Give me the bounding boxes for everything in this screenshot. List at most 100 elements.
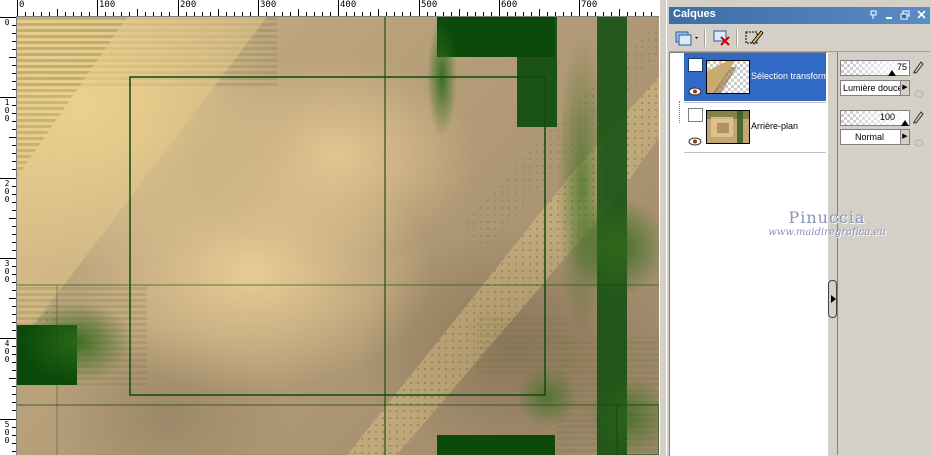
artwork-graphics <box>17 17 659 455</box>
layer-name[interactable]: Sélection transformée <box>751 71 839 81</box>
ruler-minor-tick <box>12 282 16 283</box>
layer-properties-panel: 75 Lumière douce ▶ 100 Normal ▶ <box>837 52 931 455</box>
ruler-minor-tick <box>65 12 66 16</box>
ruler-minor-tick <box>483 12 484 16</box>
ruler-minor-tick <box>9 298 16 299</box>
ruler-minor-tick <box>507 12 508 16</box>
ruler-minor-tick <box>161 12 162 16</box>
layer-divider <box>684 152 826 153</box>
ruler-minor-tick <box>12 451 16 452</box>
ruler-minor-tick <box>12 153 16 154</box>
ruler-minor-tick <box>427 12 428 16</box>
ruler-minor-tick <box>12 354 16 355</box>
ruler-minor-tick <box>242 12 243 16</box>
ruler-minor-tick <box>354 12 355 16</box>
restore-icon[interactable] <box>899 9 912 21</box>
ruler-label: 300 <box>260 0 277 10</box>
minimize-icon[interactable] <box>883 9 896 21</box>
ruler-minor-tick <box>539 9 540 16</box>
link-brush-icon[interactable] <box>912 60 924 74</box>
ruler-label: 500 <box>421 0 438 10</box>
splitter-handle[interactable] <box>828 280 837 318</box>
layer-row-selection[interactable]: Sélection transformée <box>670 53 839 103</box>
ruler-minor-tick <box>523 12 524 16</box>
layer-row-background[interactable]: Arrière-plan <box>670 103 827 153</box>
ruler-minor-tick <box>12 306 16 307</box>
new-layer-icon[interactable] <box>673 28 701 48</box>
ruler-label: 100 <box>99 0 116 10</box>
ruler-minor-tick <box>410 12 411 16</box>
ruler-minor-tick <box>378 9 379 16</box>
visibility-eye-icon[interactable] <box>688 133 702 146</box>
pin-icon[interactable] <box>867 9 880 21</box>
ruler-minor-tick <box>12 202 16 203</box>
chevron-right-icon[interactable]: ▶ <box>900 130 909 144</box>
ruler-minor-tick <box>153 12 154 16</box>
ruler-minor-tick <box>362 12 363 16</box>
ruler-minor-tick <box>12 330 16 331</box>
ruler-minor-tick <box>12 49 16 50</box>
ruler-minor-tick <box>595 12 596 16</box>
ruler-minor-tick <box>12 33 16 34</box>
blend-mode-select[interactable]: Lumière douce ▶ <box>840 80 910 96</box>
opacity-slider[interactable]: 100 <box>840 110 910 126</box>
opacity-slider[interactable]: 75 <box>840 60 910 76</box>
ruler-minor-tick <box>12 105 16 106</box>
ruler-label: 700 <box>581 0 598 10</box>
blend-mode-select[interactable]: Normal ▶ <box>840 129 910 145</box>
blend-mode-value: Lumière douce <box>843 83 903 93</box>
ruler-label: 100 <box>4 98 10 123</box>
horizontal-ruler: 0 100 200 300 400 500 600 700 <box>0 0 666 17</box>
ruler-minor-tick <box>370 12 371 16</box>
opacity-slider-marker[interactable] <box>901 120 909 126</box>
ruler-minor-tick <box>137 9 138 16</box>
ruler-minor-tick <box>12 169 16 170</box>
opacity-slider-marker[interactable] <box>888 70 896 76</box>
ruler-minor-tick <box>298 9 299 16</box>
visibility-eye-icon[interactable] <box>688 83 702 96</box>
edit-selection-icon[interactable] <box>743 28 765 48</box>
ruler-label: 200 <box>4 179 10 204</box>
ruler-minor-tick <box>619 9 620 16</box>
ruler-minor-tick <box>129 12 130 16</box>
ruler-minor-tick <box>290 12 291 16</box>
chevron-right-icon[interactable]: ▶ <box>900 81 909 95</box>
ruler-minor-tick <box>169 12 170 16</box>
image-canvas-area[interactable]: 0 100 200 300 400 500 600 700 0 100 200 300 400 500 <box>0 0 666 455</box>
close-icon[interactable] <box>915 9 928 21</box>
ruler-minor-tick <box>451 12 452 16</box>
ruler-minor-tick <box>12 234 16 235</box>
ruler-minor-tick <box>12 161 16 162</box>
ruler-minor-tick <box>443 12 444 16</box>
ruler-minor-tick <box>475 12 476 16</box>
artwork-image[interactable] <box>17 17 659 455</box>
ruler-minor-tick <box>12 314 16 315</box>
ruler-minor-tick <box>12 290 16 291</box>
lock-icon[interactable] <box>914 134 924 147</box>
ruler-minor-tick <box>12 89 16 90</box>
ruler-minor-tick <box>12 266 16 267</box>
ruler-minor-tick <box>12 427 16 428</box>
ruler-minor-tick <box>563 12 564 16</box>
ruler-minor-tick <box>12 443 16 444</box>
ruler-minor-tick <box>12 226 16 227</box>
ruler-minor-tick <box>274 12 275 16</box>
link-brush-icon[interactable] <box>912 110 924 124</box>
ruler-minor-tick <box>467 12 468 16</box>
ruler-minor-tick <box>12 65 16 66</box>
ruler-minor-tick <box>394 12 395 16</box>
ruler-minor-tick <box>12 362 16 363</box>
ruler-minor-tick <box>322 12 323 16</box>
layer-name[interactable]: Arrière-plan <box>751 121 798 131</box>
ruler-minor-tick <box>571 12 572 16</box>
layer-thumbnail <box>706 60 750 94</box>
delete-layer-icon[interactable] <box>711 28 733 48</box>
lock-icon[interactable] <box>914 85 924 98</box>
ruler-minor-tick <box>12 25 16 26</box>
ruler-minor-tick <box>531 12 532 16</box>
ruler-minor-tick <box>12 145 16 146</box>
ruler-minor-tick <box>218 9 219 16</box>
ruler-minor-tick <box>12 274 16 275</box>
palette-titlebar[interactable]: Calques <box>669 7 930 24</box>
ruler-minor-tick <box>9 378 16 379</box>
